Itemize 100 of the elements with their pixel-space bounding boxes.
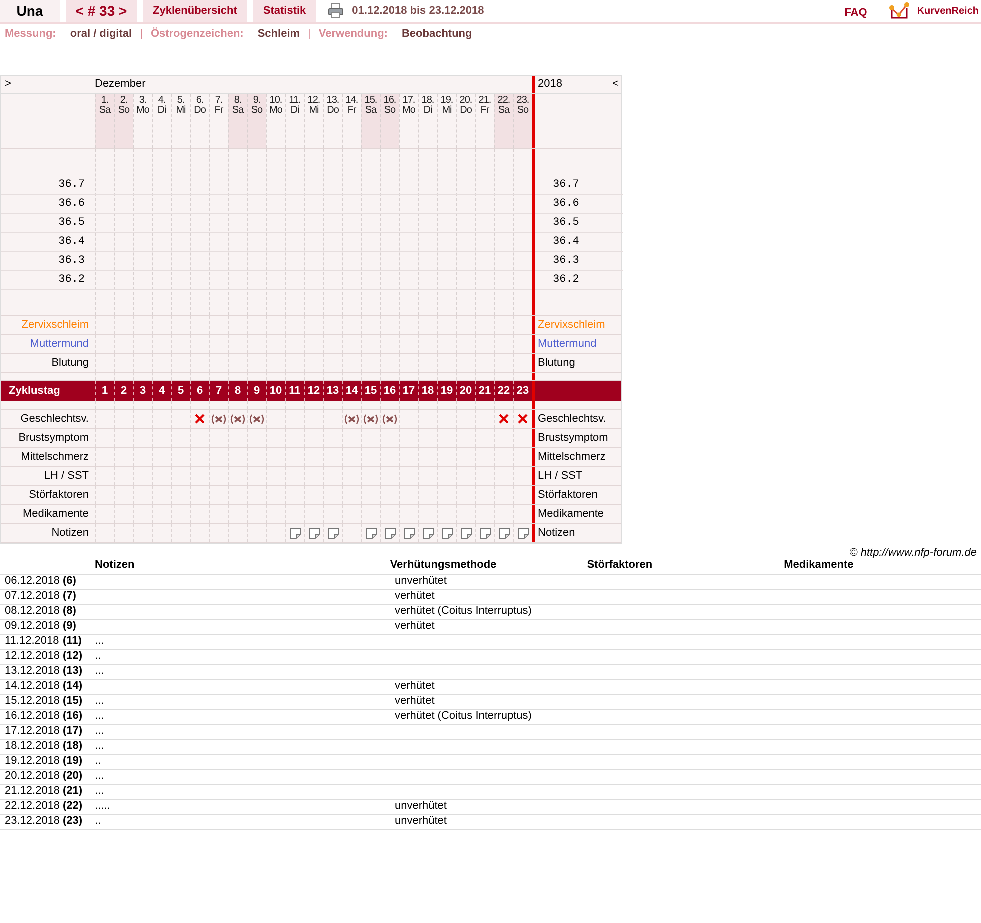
method-cell: unverhütet	[395, 800, 447, 812]
cycle-day-cell: (7)	[63, 590, 76, 602]
day-weekday: Sa	[99, 106, 111, 116]
date-range: 01.12.2018 bis 23.12.2018	[352, 4, 484, 19]
cycle-day-number: 18	[422, 384, 434, 399]
day-weekday: Mo	[402, 106, 416, 116]
year-label: 2018	[538, 77, 562, 92]
temperature-label: 36.3	[553, 254, 580, 269]
cross-icon	[195, 414, 205, 424]
cycle-day-number: 11	[289, 384, 301, 399]
notes-cell: .....	[95, 800, 110, 812]
row-label: Muttermund	[30, 336, 89, 352]
note-icon[interactable]	[308, 528, 320, 538]
date-cell: 19.12.2018	[5, 755, 60, 768]
day-weekday: Do	[327, 106, 339, 116]
day-date: 1.	[101, 96, 109, 106]
cycle-day-number: 12	[308, 384, 320, 399]
day-date: 16.	[384, 96, 396, 106]
bracketed-cross-icon	[382, 414, 398, 424]
day-weekday: Mo	[270, 106, 282, 116]
cycle-day-cell: (12)	[63, 650, 83, 662]
copyright-text: © http://www.nfp-forum.de	[850, 546, 977, 560]
note-icon[interactable]	[384, 528, 396, 538]
day-date: 9.	[253, 96, 261, 106]
brand-name: KurvenReich	[917, 4, 979, 18]
cycle-day-number: 1	[102, 384, 108, 399]
cycle-day-number: 8	[234, 384, 242, 399]
note-icon[interactable]	[498, 528, 510, 538]
cycle-day-cell: (6)	[63, 575, 76, 588]
cycle-day-cell: (13)	[63, 665, 83, 678]
day-weekday: Fr	[214, 106, 224, 116]
day-date: 21.	[478, 96, 492, 106]
day-weekday: So	[118, 106, 130, 116]
column-header: Notizen	[95, 559, 135, 571]
cycle-switcher[interactable]: < # 33 >	[66, 0, 137, 22]
cycle-day-cell: (22)	[63, 800, 83, 812]
day-date: 10.	[270, 96, 282, 106]
cycle-day-number: 20	[460, 384, 472, 399]
day-weekday: Di	[290, 106, 300, 116]
day-weekday: So	[384, 106, 396, 116]
row-label: Muttermund	[538, 336, 597, 352]
date-cell: 09.12.2018	[5, 620, 60, 632]
day-date: 18.	[422, 96, 434, 106]
setting-value: Beobachtung	[402, 26, 472, 42]
cycle-day-cell: (20)	[63, 770, 83, 782]
notes-cell: ...	[95, 695, 104, 708]
note-icon[interactable]	[518, 528, 528, 538]
note-icon[interactable]	[290, 528, 300, 538]
note-icon[interactable]	[460, 528, 472, 538]
setting-label: Östrogenzeichen:	[150, 26, 244, 42]
faq-link[interactable]: FAQ	[844, 4, 868, 21]
bracketed-cross-icon	[249, 414, 265, 424]
temperature-label: 36.7	[553, 178, 580, 193]
row-label: Mittelschmerz	[21, 450, 89, 465]
row-label: Medikamente	[22, 506, 89, 522]
cycle-day-cell: (16)	[63, 710, 83, 722]
method-cell: verhütet	[395, 695, 435, 708]
cycle-day-number: 17	[402, 384, 416, 399]
nav-tab[interactable]: Zyklenübersicht	[143, 0, 248, 22]
cycle-day-cell: (9)	[63, 620, 76, 632]
row-label: Zervixschleim	[538, 318, 606, 333]
date-cell: 06.12.2018	[5, 575, 60, 588]
nav-tab[interactable]: Statistik	[253, 0, 316, 22]
next-button[interactable]: <	[612, 76, 619, 93]
cycle-day-number: 2	[120, 384, 128, 399]
temperature-label: 36.7	[58, 178, 85, 193]
cycle-day-number: 4	[158, 384, 166, 399]
cycle-day-cell: (8)	[63, 605, 76, 618]
cycle-day-label: Zyklustag	[9, 384, 60, 399]
column-header: Medikamente	[784, 559, 854, 571]
note-icon[interactable]	[480, 528, 490, 538]
cycle-day-number: 10	[270, 384, 282, 399]
note-icon[interactable]	[366, 528, 376, 538]
setting-label: Verwendung:	[318, 26, 388, 42]
date-cell: 14.12.2018	[5, 680, 60, 692]
bracketed-cross-icon	[211, 414, 227, 424]
cross-icon	[518, 414, 528, 424]
previous-button[interactable]: >	[5, 76, 12, 93]
row-label: Brustsymptom	[18, 430, 89, 446]
row-label: Störfaktoren	[538, 488, 598, 503]
notes-cell: ...	[95, 770, 104, 782]
note-icon[interactable]	[404, 528, 414, 538]
date-cell: 13.12.2018	[5, 665, 60, 678]
logo-icon	[889, 2, 912, 20]
note-icon[interactable]	[422, 528, 434, 538]
day-weekday: Sa	[498, 106, 510, 116]
method-cell: verhütet	[395, 680, 435, 692]
cycle-day-number: 3	[140, 384, 146, 399]
day-weekday: Sa	[232, 106, 244, 116]
cycle-day-number: 21	[478, 384, 492, 399]
note-icon[interactable]	[442, 528, 452, 538]
printer-icon[interactable]	[328, 3, 344, 19]
note-icon[interactable]	[328, 528, 338, 538]
cross-icon	[499, 414, 509, 424]
day-weekday: Sa	[365, 106, 377, 116]
notes-cell: ...	[95, 665, 104, 678]
day-date: 17.	[402, 96, 416, 106]
date-cell: 07.12.2018	[5, 590, 60, 602]
day-date: 7.	[215, 96, 223, 106]
day-date: 22.	[498, 96, 510, 106]
